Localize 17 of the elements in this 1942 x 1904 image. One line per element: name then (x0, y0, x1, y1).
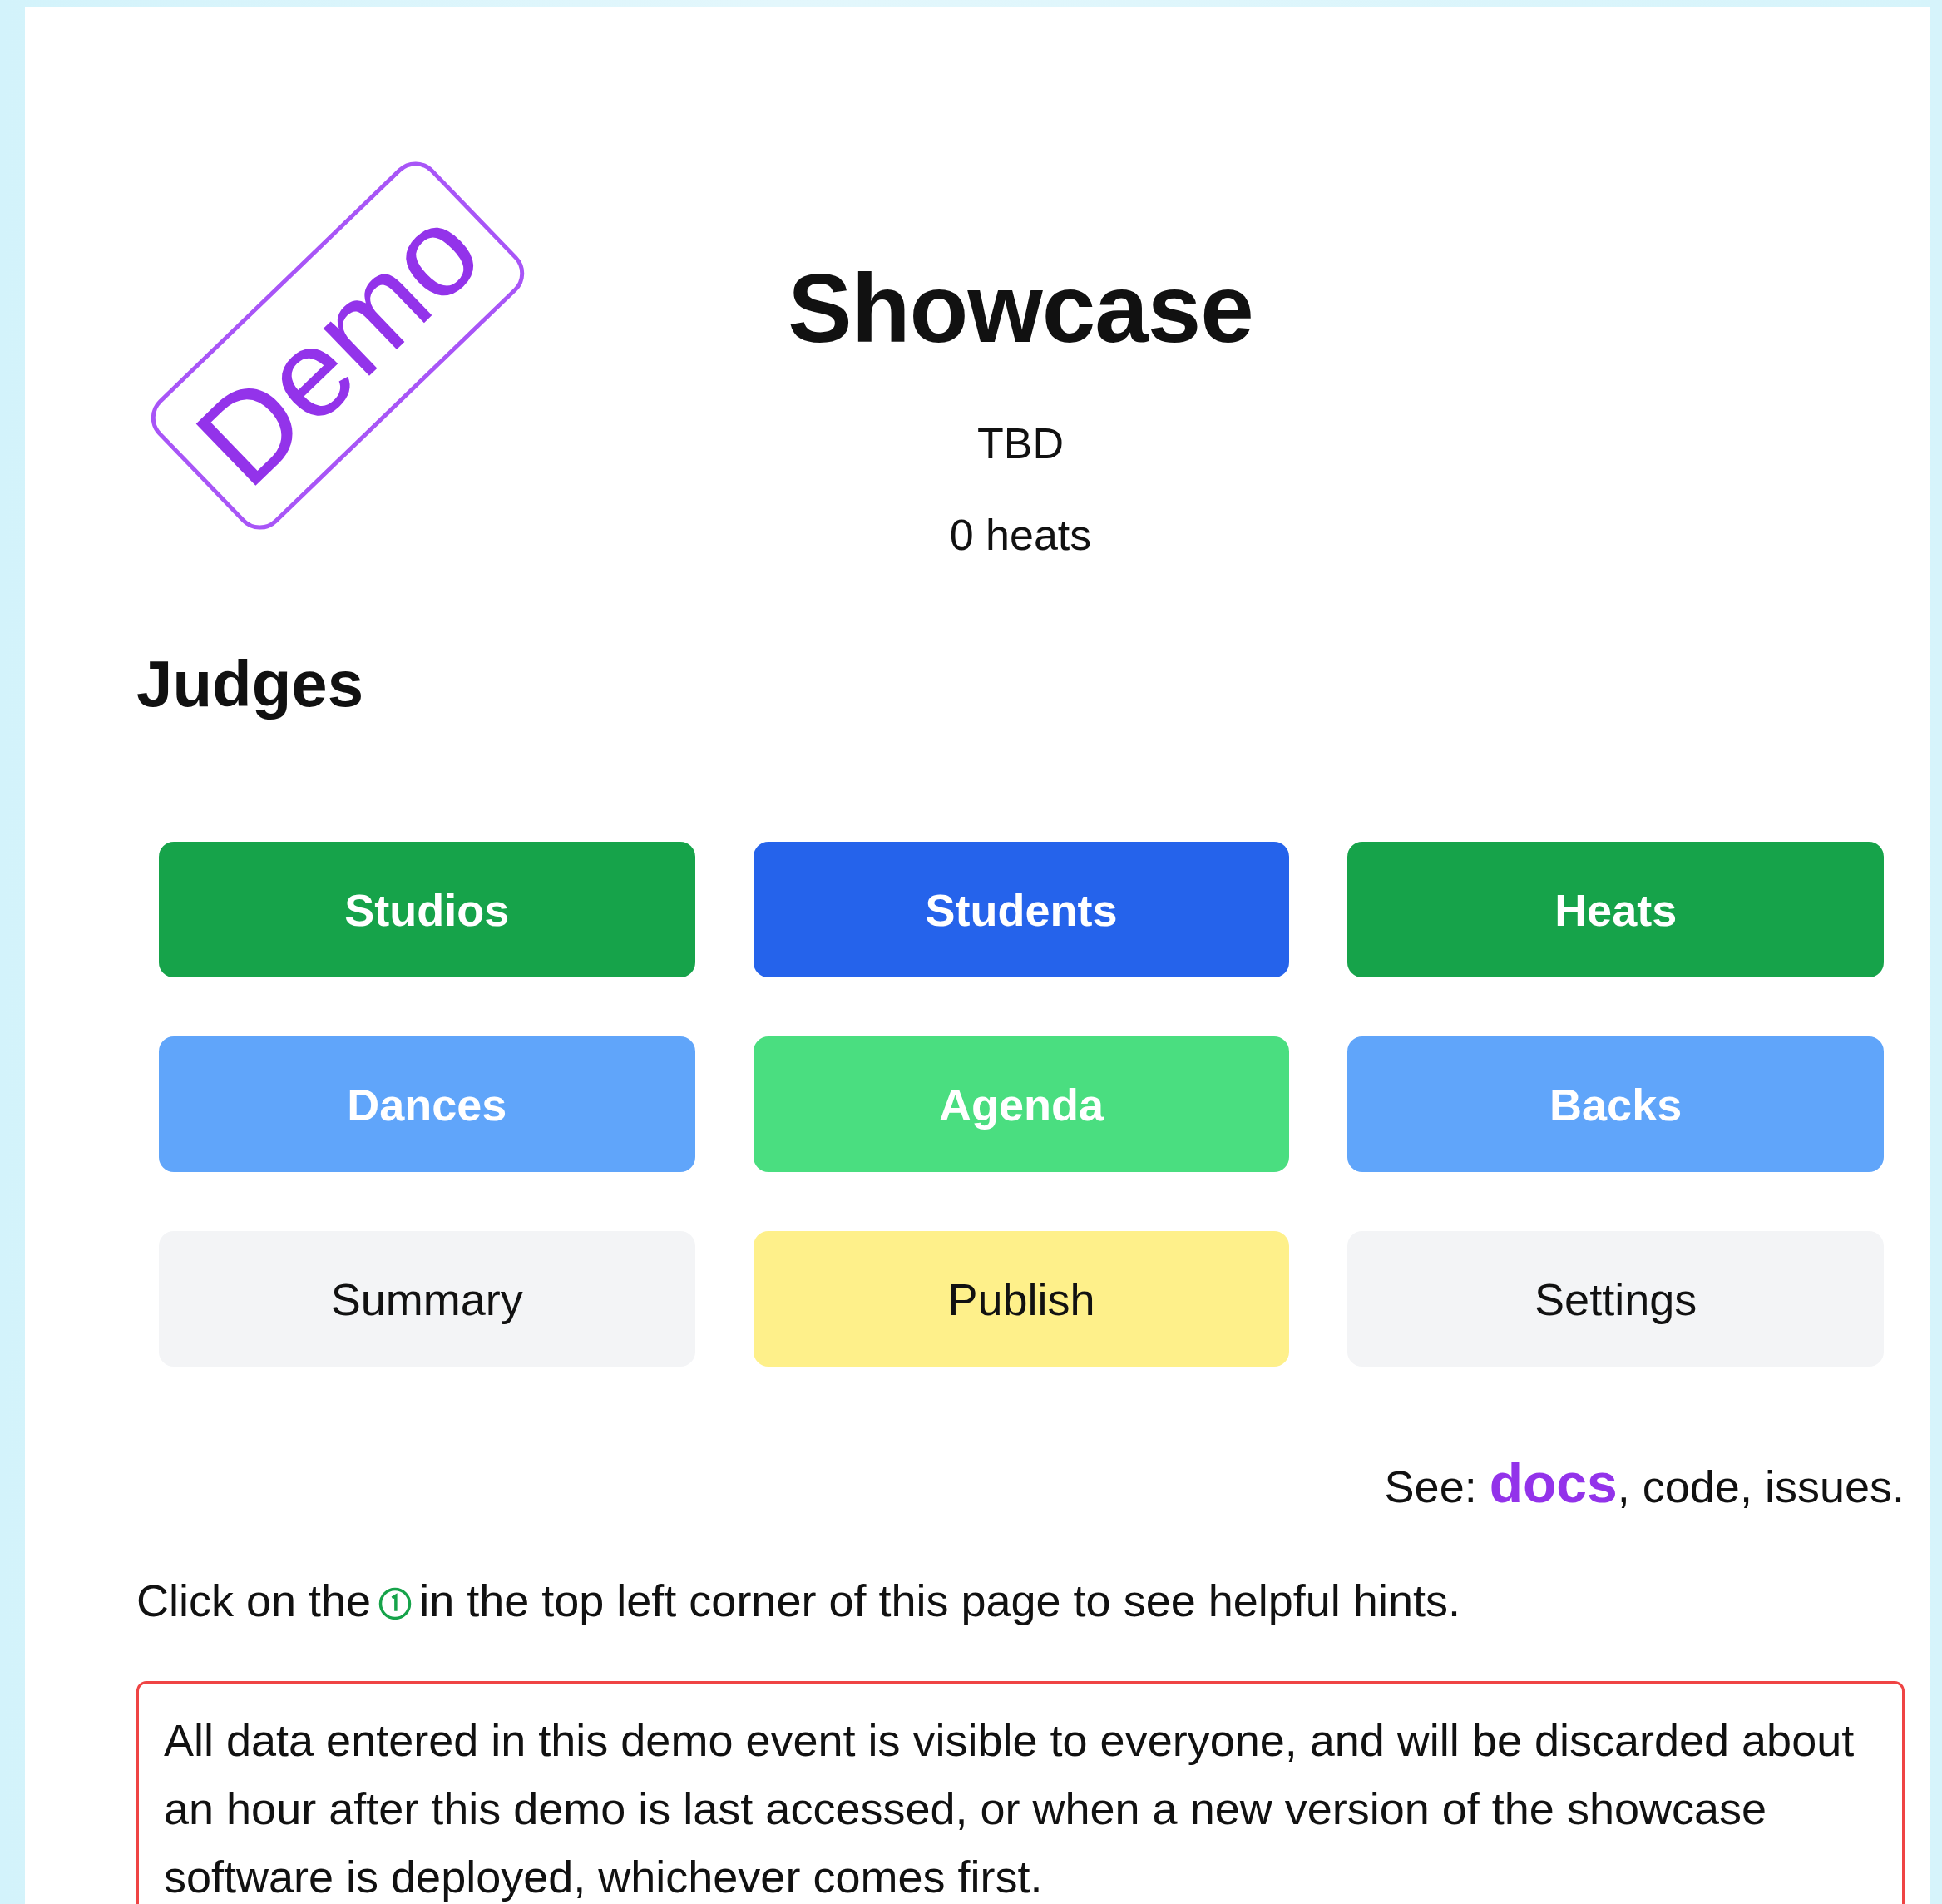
nav-button[interactable]: Studios (159, 842, 695, 977)
nav-button[interactable]: Summary (159, 1231, 695, 1367)
nav-button[interactable]: Heats (1347, 842, 1884, 977)
nav-button[interactable]: Publish (753, 1231, 1290, 1367)
info-icon (378, 1586, 413, 1621)
hint-text: Click on the in the top left corner of this page to see helpful hints. (136, 1575, 1461, 1627)
section-heading: Judges (136, 646, 365, 722)
see-also-text: See: docs, code, issues. (1383, 1451, 1905, 1516)
notice-text: All data entered in this demo event is visible to everyone, and will be discarded about an hour after this demo is last accessed, or when a new version of the showcase software is deployed, whichever comes first. (164, 1715, 1855, 1902)
event-title: Showcase (788, 254, 1253, 364)
doc-link[interactable]: code (1642, 1461, 1740, 1511)
heat-count: 0 heats (949, 510, 1092, 561)
doc-link[interactable]: docs (1489, 1452, 1618, 1514)
event-date: TBD (977, 418, 1064, 469)
nav-button[interactable]: Settings (1347, 1231, 1884, 1367)
doc-link[interactable]: issues (1764, 1461, 1892, 1511)
nav-button[interactable]: Students (753, 842, 1290, 977)
